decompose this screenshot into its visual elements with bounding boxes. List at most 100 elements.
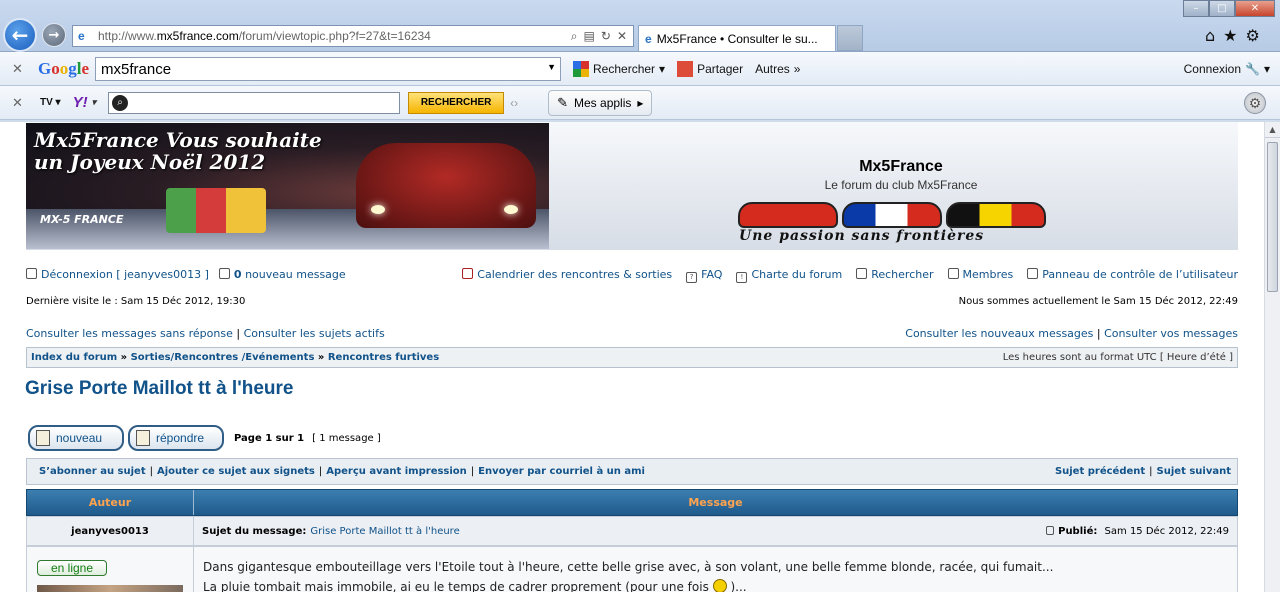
maximize-button[interactable]: □ xyxy=(1208,0,1235,17)
bookmark-link[interactable]: Ajouter ce sujet aux signets xyxy=(157,466,315,477)
breadcrumb-forum[interactable]: Rencontres furtives xyxy=(328,352,439,363)
close-toolbar-icon[interactable]: ✕ xyxy=(12,95,28,111)
members-icon xyxy=(947,268,959,279)
swiss-car xyxy=(738,202,838,228)
print-link[interactable]: Aperçu avant impression xyxy=(326,466,467,477)
post-line: Dans gigantesque embouteillage vers l'Et… xyxy=(203,560,1054,574)
ucp-link[interactable]: Panneau de contrôle de l’utilisateur xyxy=(1027,268,1238,283)
banner-headlight xyxy=(371,205,385,214)
logout-link[interactable]: Déconnexion [ jeanyves0013 ] xyxy=(26,268,209,283)
yahoo-search-input[interactable]: ⌕ xyxy=(108,91,401,114)
favorites-star-icon[interactable]: ★ xyxy=(1223,26,1237,45)
post-author[interactable]: jeanyves0013 xyxy=(27,517,194,545)
google-more-button[interactable]: Autres » xyxy=(755,62,800,76)
google-connect-button[interactable]: Connexion 🔧 ▾ xyxy=(1184,62,1270,76)
charter-link[interactable]: ! Charte du forum xyxy=(736,268,842,283)
document-icon xyxy=(36,430,50,446)
breadcrumb: Index du forum » Sorties/Rencontres /Evé… xyxy=(26,347,1238,368)
close-toolbar-icon[interactable]: ✕ xyxy=(12,61,28,77)
google-share-button[interactable]: Partager xyxy=(677,60,743,77)
top-nav: Déconnexion [ jeanyves0013 ] 0 nouveau m… xyxy=(26,268,1238,283)
mx5-logo: MX-5 FRANCE xyxy=(40,213,124,226)
chevron-right-icon: ▸ xyxy=(637,95,644,110)
members-link[interactable]: Membres xyxy=(947,268,1013,283)
forward-button[interactable]: → xyxy=(42,23,66,47)
vertical-scrollbar[interactable]: ▲ xyxy=(1264,122,1280,592)
calendar-icon xyxy=(462,268,474,279)
avatar xyxy=(37,585,183,592)
new-tab-button[interactable] xyxy=(837,25,863,51)
forum-header: Mx5France Vous souhaite un Joyeux Noël 2… xyxy=(26,122,1238,250)
active-topics-link[interactable]: Consulter les sujets actifs xyxy=(244,327,385,340)
search-link[interactable]: Rechercher xyxy=(856,268,934,283)
search-icon[interactable]: ⌕ xyxy=(571,29,578,44)
banner-gifts xyxy=(166,188,266,233)
tab-active[interactable]: e Mx5France • Consulter le su... xyxy=(638,25,836,51)
unanswered-link[interactable]: Consulter les messages sans réponse xyxy=(26,327,233,340)
apps-button[interactable]: ✎ Mes applis ▸ xyxy=(548,89,653,116)
wrench-icon[interactable]: 🔧 xyxy=(1245,62,1260,76)
stop-icon[interactable]: ✕ xyxy=(617,29,627,44)
breadcrumb-category[interactable]: Sorties/Rencontres /Evénements xyxy=(131,352,315,363)
posts-table-header: Auteur Message xyxy=(26,489,1238,516)
post-text: Dans gigantesque embouteillage vers l'Et… xyxy=(194,547,1053,592)
topic-actions: S’abonner au sujet | Ajouter ce sujet aux… xyxy=(26,458,1238,485)
browser-chrome: ← → e http://www.mx5france.com/forum/vie… xyxy=(0,0,1280,122)
last-visit: Dernière visite le : Sam 15 Déc 2012, 19… xyxy=(26,296,246,307)
compat-icon[interactable]: ▤ xyxy=(584,29,595,44)
next-topic-link[interactable]: Sujet suivant xyxy=(1157,466,1231,477)
email-link[interactable]: Envoyer par courriel à un ami xyxy=(478,466,645,477)
new-topic-button[interactable]: nouveau xyxy=(28,425,124,451)
banner-headlight xyxy=(504,205,518,214)
scrollbar-thumb[interactable] xyxy=(1267,142,1278,292)
question-icon: ? xyxy=(686,272,698,283)
belgian-car xyxy=(946,202,1046,228)
close-window-button[interactable]: ✕ xyxy=(1234,0,1275,17)
site-description: Le forum du club Mx5France xyxy=(824,178,978,192)
ie-page-icon: e xyxy=(78,29,85,43)
settings-gear-icon[interactable]: ⚙ xyxy=(1244,92,1266,114)
site-title-block: Mx5France Le forum du club Mx5France xyxy=(726,158,1076,192)
post-date: Publié: Sam 15 Déc 2012, 22:49 xyxy=(1046,525,1237,537)
new-posts-link[interactable]: Consulter les nouveaux messages xyxy=(905,327,1093,340)
user-icon xyxy=(1027,268,1039,279)
banner-greeting: Mx5France Vous souhaite un Joyeux Noël 2… xyxy=(34,128,322,174)
back-button[interactable]: ← xyxy=(3,18,37,52)
search-links: Consulter les messages sans réponse | Co… xyxy=(26,327,1238,340)
yahoo-toolbar: ✕ TV ▾ Y! ▾ ⌕ RECHERCHER ‹› ✎ Mes applis ▸… xyxy=(0,86,1280,120)
timezone-info: Les heures sont au format UTC [ Heure d’… xyxy=(1002,352,1233,363)
reply-button[interactable]: répondre xyxy=(128,425,224,451)
address-bar[interactable]: e http://www.mx5france.com/forum/viewtop… xyxy=(72,25,634,47)
google-toolbar: ✕ Google mx5france ▼ Rechercher ▾ Partage… xyxy=(0,52,1280,86)
home-icon[interactable]: ⌂ xyxy=(1205,26,1215,45)
post-subject: Sujet du message: Grise Porte Maillot tt… xyxy=(194,517,1237,545)
minimize-button[interactable]: – xyxy=(1183,0,1209,17)
calendar-link[interactable]: Calendrier des rencontres & sorties xyxy=(462,268,672,283)
message-icon xyxy=(218,268,230,279)
tools-gear-icon[interactable]: ⚙ xyxy=(1246,26,1260,45)
col-author: Auteur xyxy=(27,490,194,515)
yahoo-logo[interactable]: Y! ▾ xyxy=(73,94,97,111)
post-icon xyxy=(1046,525,1055,535)
share-icon xyxy=(677,60,694,77)
faq-link[interactable]: ? FAQ xyxy=(686,268,722,283)
slogan: Une passion sans frontières xyxy=(739,228,985,244)
chevron-down-icon[interactable]: ▼ xyxy=(547,62,556,72)
title-bar: ← → e http://www.mx5france.com/forum/vie… xyxy=(0,0,1280,52)
topic-title[interactable]: Grise Porte Maillot tt à l'heure xyxy=(25,378,293,400)
subscribe-link[interactable]: S’abonner au sujet xyxy=(39,466,146,477)
post-subject-link[interactable]: Grise Porte Maillot tt à l'heure xyxy=(310,526,459,537)
refresh-icon[interactable]: ↻ xyxy=(601,29,611,44)
tv-icon[interactable]: TV ▾ xyxy=(40,97,61,108)
new-messages-link[interactable]: 0 nouveau message xyxy=(218,268,346,283)
breadcrumb-index[interactable]: Index du forum xyxy=(31,352,117,363)
your-posts-link[interactable]: Consulter vos messages xyxy=(1104,327,1238,340)
scroll-up-icon[interactable]: ▲ xyxy=(1265,122,1280,138)
yahoo-search-button[interactable]: RECHERCHER xyxy=(408,91,505,114)
prev-topic-link[interactable]: Sujet précédent xyxy=(1055,466,1145,477)
google-search-button[interactable]: Rechercher ▾ xyxy=(573,60,665,77)
google-search-input[interactable]: mx5france ▼ xyxy=(95,56,562,81)
window-controls: – □ ✕ xyxy=(1183,0,1275,17)
ie-tab-icon: e xyxy=(645,31,652,46)
search-icon xyxy=(856,268,868,279)
